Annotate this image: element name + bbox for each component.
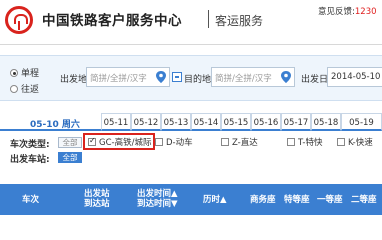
filter-t-label: T-特快 <box>298 138 323 148</box>
title-divider <box>208 10 209 28</box>
radio-dot[interactable] <box>10 85 18 93</box>
from-placeholder: 简拼/全拼/汉字 <box>90 74 147 84</box>
one-way-label: 单程 <box>21 69 40 79</box>
filter-t-checkbox[interactable]: T-特快 <box>287 136 322 149</box>
tab-date[interactable]: 05-16 <box>251 113 281 131</box>
radio-dot-selected[interactable] <box>10 69 18 77</box>
col-depart-time: 出发时间▲ <box>137 189 178 199</box>
train-type-all-button[interactable]: 全部 <box>58 137 82 148</box>
feedback-label: 意见反馈: <box>318 7 355 17</box>
col-train[interactable]: 车次 <box>22 195 39 205</box>
railway-logo[interactable] <box>5 6 33 34</box>
col-premium-seat: 特等座 <box>284 195 310 205</box>
tab-date[interactable]: 05-19 <box>341 113 382 131</box>
filter-k-checkbox[interactable]: K-快速 <box>337 136 373 149</box>
col-business-seat: 商务座 <box>250 195 276 205</box>
station-label: 出发车站: <box>10 155 50 165</box>
one-way-radio[interactable]: 单程 <box>10 66 39 79</box>
filter-gc-label: GC-高铁/城际 <box>99 138 152 148</box>
col-times[interactable]: 出发时间▲ 到达时间▼ <box>137 189 178 209</box>
tab-date[interactable]: 05-11 <box>101 113 131 131</box>
filter-d-checkbox[interactable]: D-动车 <box>155 136 193 149</box>
col-first-class: 一等座 <box>317 195 343 205</box>
tab-current-date[interactable]: 05-10 周六 <box>0 113 101 131</box>
checkbox[interactable] <box>221 138 229 146</box>
station-all-button[interactable]: 全部 <box>58 152 82 163</box>
checkbox[interactable] <box>287 138 295 146</box>
tab-date[interactable]: 05-18 <box>311 113 341 131</box>
filter-panel: 车次类型: 全部 GC-高铁/城际 D-动车 Z-直达 T-特快 K-快速 出发… <box>0 133 382 166</box>
site-title: 中国铁路客户服务中心 <box>42 13 182 29</box>
to-station-input[interactable]: 简拼/全拼/汉字 <box>211 67 295 87</box>
filter-z-label: Z-直达 <box>232 138 258 148</box>
from-label: 出发地 <box>60 75 88 85</box>
col-arrive-time: 到达时间▼ <box>137 199 178 209</box>
filter-z-checkbox[interactable]: Z-直达 <box>221 136 258 149</box>
checkbox[interactable] <box>337 138 345 146</box>
checkbox[interactable] <box>155 138 163 146</box>
results-table-header: 车次 出发站 到达站 出发时间▲ 到达时间▼ 历时▲ 商务座 特等座 一等座 二… <box>0 184 382 215</box>
to-label: 目的地 <box>184 75 212 85</box>
location-pin-icon[interactable] <box>156 71 166 83</box>
date-label: 出发日 <box>301 75 329 85</box>
tab-date[interactable]: 05-17 <box>281 113 311 131</box>
site-header: 中国铁路客户服务中心 客运服务 意见反馈:1230 <box>0 0 382 44</box>
col-second-class: 二等座 <box>351 195 377 205</box>
tab-date[interactable]: 05-15 <box>221 113 251 131</box>
tab-date[interactable]: 05-14 <box>191 113 221 131</box>
date-tabs: 05-10 周六 05-11 05-12 05-13 05-14 05-15 0… <box>0 113 382 131</box>
filter-gc-checkbox[interactable]: GC-高铁/城际 <box>88 136 151 149</box>
tab-date[interactable]: 05-12 <box>131 113 161 131</box>
tab-date[interactable]: 05-13 <box>161 113 191 131</box>
site-subtitle: 客运服务 <box>215 14 264 28</box>
filter-d-label: D-动车 <box>166 138 193 148</box>
col-from-station: 出发站 <box>84 189 110 199</box>
round-trip-label: 往返 <box>21 85 40 95</box>
checkbox-checked[interactable] <box>88 136 96 146</box>
train-type-label: 车次类型: <box>10 140 50 150</box>
to-placeholder: 简拼/全拼/汉字 <box>215 74 272 84</box>
from-station-input[interactable]: 简拼/全拼/汉字 <box>86 67 170 87</box>
col-stations[interactable]: 出发站 到达站 <box>84 189 110 209</box>
feedback-number: 1230 <box>354 7 377 17</box>
location-pin-icon[interactable] <box>281 71 291 83</box>
filter-k-label: K-快速 <box>348 138 373 148</box>
date-input[interactable]: 2014-05-10 <box>327 67 382 87</box>
swap-stations-icon[interactable] <box>172 72 182 82</box>
feedback-link[interactable]: 意见反馈:1230 <box>318 5 377 17</box>
search-panel: 单程 往返 出发地 简拼/全拼/汉字 目的地 简拼/全拼/汉字 出发日 2014… <box>0 55 382 101</box>
col-to-station: 到达站 <box>84 199 110 209</box>
col-duration[interactable]: 历时▲ <box>203 195 227 205</box>
round-trip-radio[interactable]: 往返 <box>10 82 39 95</box>
header-divider <box>0 44 382 45</box>
